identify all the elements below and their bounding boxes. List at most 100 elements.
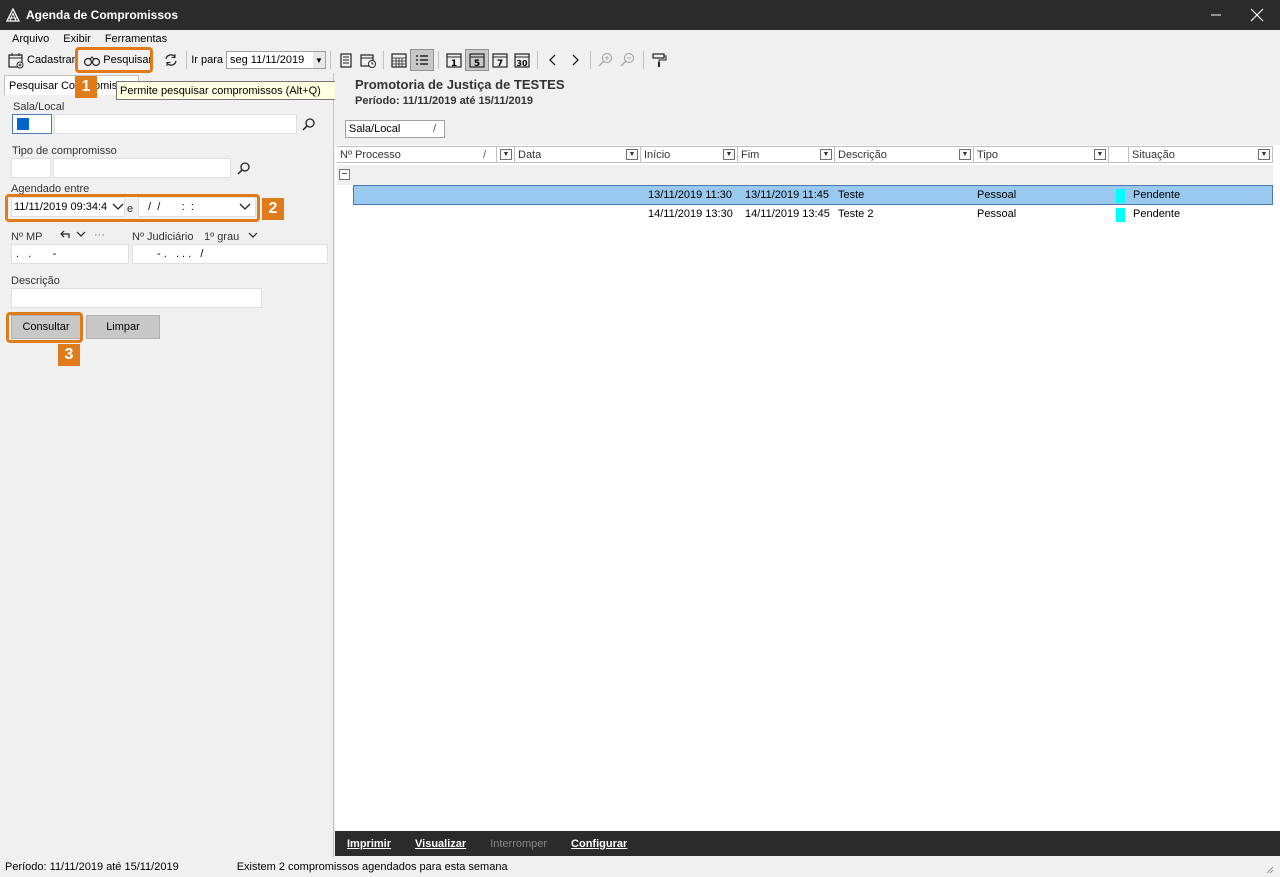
month-view-button[interactable] [388, 49, 410, 71]
configurar-button[interactable]: Configurar [571, 838, 627, 850]
cadastrar-label: Cadastrar [27, 54, 76, 66]
limpar-button[interactable]: Limpar [86, 315, 160, 339]
column-header-label: Fim [741, 149, 760, 161]
chevron-down-icon[interactable]: ▼ [626, 149, 638, 160]
more-options-icon[interactable]: ··· [94, 229, 105, 241]
calendar-clock-icon [360, 54, 377, 68]
work-week-view-button[interactable]: 5 [465, 49, 490, 71]
cell-tipo: Pessoal [977, 208, 1017, 220]
table-row[interactable]: 13/11/2019 11:30 13/11/2019 11:45 Teste … [353, 185, 1273, 205]
calendar-day-icon [340, 53, 352, 68]
chevron-down-icon[interactable]: ▼ [1258, 149, 1270, 160]
nmp-input[interactable]: . . - [11, 244, 129, 264]
menu-bar: Arquivo Exibir Ferramentas [0, 30, 1280, 47]
column-header-inicio[interactable]: Início ▼ [641, 147, 738, 163]
toolbar-separator [383, 51, 385, 69]
chevron-down-icon[interactable]: ▼ [959, 149, 971, 160]
visualizar-button[interactable]: Visualizar [415, 838, 466, 850]
month-30-view-button[interactable]: 30 [511, 49, 533, 71]
chevron-down-icon[interactable] [248, 232, 258, 239]
status-color-indicator [1116, 208, 1125, 222]
list-view-button[interactable] [410, 49, 435, 71]
menu-arquivo[interactable]: Arquivo [12, 33, 49, 45]
search-icon[interactable] [237, 161, 251, 175]
column-filter-processo[interactable]: ▼ [497, 147, 515, 163]
close-window-button[interactable] [1234, 0, 1280, 30]
today-button[interactable] [335, 49, 357, 71]
week-view-button[interactable]: 7 [489, 49, 511, 71]
judiciario-label: Nº Judiciário [132, 231, 194, 243]
cadastrar-button[interactable]: Cadastrar [5, 49, 77, 71]
undo-icon[interactable] [59, 229, 71, 239]
day-view-button[interactable]: 1 [443, 49, 465, 71]
grau-selector[interactable]: 1º grau [204, 231, 239, 243]
column-header-label: Situação [1132, 149, 1175, 161]
app-logo-icon [6, 8, 20, 22]
sala-local-label: Sala/Local [13, 101, 65, 113]
previous-button[interactable] [542, 49, 564, 71]
title-bar: Agenda de Compromissos [0, 0, 1280, 30]
format-painter-button[interactable] [648, 49, 670, 71]
column-header-label: Data [518, 149, 542, 161]
zoom-in-button[interactable] [595, 49, 617, 71]
search-icon[interactable] [302, 117, 316, 131]
interromper-button[interactable]: Interromper [490, 838, 547, 850]
calendar-grid-icon [391, 53, 407, 68]
column-header-data[interactable]: Data ▼ [515, 147, 641, 163]
paint-roller-icon [652, 53, 667, 67]
toolbar-separator [330, 51, 332, 69]
column-header-fim[interactable]: Fim ▼ [738, 147, 835, 163]
toolbar: Cadastrar Pesquisar Ir para seg 11/11/20… [0, 47, 1280, 73]
chevron-down-icon[interactable] [76, 231, 86, 238]
tipo-code-input[interactable] [11, 158, 51, 178]
chevron-down-icon[interactable]: ▼ [500, 149, 512, 160]
cell-descricao: Teste [838, 189, 865, 201]
calendar-goto-button[interactable] [357, 49, 379, 71]
group-chip-sala-local[interactable]: Sala/Local / [345, 120, 445, 138]
tooltip-text: Permite pesquisar compromissos (Alt+Q) [120, 84, 321, 97]
ir-para-label: Ir para [191, 54, 224, 66]
column-header-color[interactable] [1109, 147, 1129, 163]
column-header-processo[interactable]: Nº Processo / [337, 147, 497, 163]
zoom-out-button[interactable] [617, 49, 639, 71]
chevron-right-icon [572, 54, 579, 66]
chevron-down-icon[interactable]: ▼ [1094, 149, 1106, 160]
chevron-down-icon[interactable]: ▼ [820, 149, 832, 160]
status-bar: Período: 11/11/2019 até 15/11/2019 Exist… [0, 857, 1280, 877]
results-period: Período: 11/11/2019 até 15/11/2019 [355, 95, 533, 107]
judiciario-input[interactable]: - . . . . / [132, 244, 328, 264]
column-header-label: Nº Processo [340, 149, 401, 161]
descricao-input[interactable] [11, 288, 262, 308]
zoom-out-icon [620, 52, 635, 67]
resize-grip-icon[interactable] [1264, 864, 1274, 874]
go-to-date-picker[interactable]: seg 11/11/2019 ▼ [226, 51, 327, 69]
table-row[interactable]: 14/11/2019 13:30 14/11/2019 13:45 Teste … [353, 205, 1273, 225]
chevron-down-icon[interactable]: ▼ [313, 52, 326, 68]
chevron-down-icon[interactable]: ▼ [723, 149, 735, 160]
column-header-tipo[interactable]: Tipo ▼ [974, 147, 1109, 163]
search-panel: Pesquisar Compromissos Sala/Local Tipo d… [0, 73, 334, 857]
svg-text:30: 30 [516, 59, 528, 68]
column-header-situacao[interactable]: Situação ▼ [1129, 147, 1273, 163]
sala-local-name-input[interactable] [54, 114, 297, 134]
sala-local-code-input[interactable] [12, 114, 52, 134]
cell-fim: 13/11/2019 11:45 [745, 189, 830, 201]
menu-ferramentas[interactable]: Ferramentas [105, 33, 167, 45]
column-header-descricao[interactable]: Descrição ▼ [835, 147, 974, 163]
calendar-5-icon: 5 [469, 53, 485, 69]
collapse-icon[interactable]: − [339, 169, 350, 180]
promotoria-title: Promotoria de Justiça de TESTES [355, 77, 565, 92]
chevron-left-icon [549, 54, 556, 66]
refresh-button[interactable] [160, 49, 182, 71]
menu-exibir[interactable]: Exibir [63, 33, 91, 45]
minimize-button[interactable] [1193, 0, 1239, 30]
calendar-7-icon: 7 [492, 53, 508, 69]
imprimir-button[interactable]: Imprimir [347, 838, 391, 850]
tipo-compromisso-label: Tipo de compromisso [12, 145, 117, 157]
column-header-label: Início [644, 149, 671, 161]
callout-highlight-consultar [6, 312, 83, 343]
next-button[interactable] [564, 49, 586, 71]
toolbar-separator [537, 51, 539, 69]
tipo-name-input[interactable] [53, 158, 231, 178]
sort-indicator: / [432, 123, 436, 135]
